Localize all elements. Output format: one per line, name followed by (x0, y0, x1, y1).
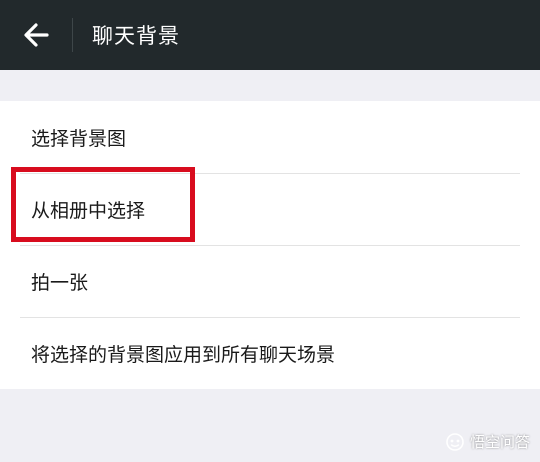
take-photo[interactable]: 拍一张 (0, 245, 540, 317)
select-from-album[interactable]: 从相册中选择 (0, 173, 540, 245)
watermark-text: 悟空问答 (469, 433, 530, 451)
arrow-left-icon (24, 23, 49, 47)
apply-to-all-chats[interactable]: 将选择的背景图应用到所有聊天场景 (0, 317, 540, 389)
watermark: 悟空问答 (445, 431, 530, 452)
wukong-logo-icon (445, 432, 465, 452)
header-divider (72, 18, 73, 52)
settings-list: 选择背景图 从相册中选择 拍一张 将选择的背景图应用到所有聊天场景 (0, 101, 540, 389)
top-bar: 聊天背景 (0, 0, 540, 70)
select-background-image[interactable]: 选择背景图 (0, 101, 540, 173)
page-title: 聊天背景 (92, 24, 180, 48)
back-button[interactable] (0, 0, 72, 70)
